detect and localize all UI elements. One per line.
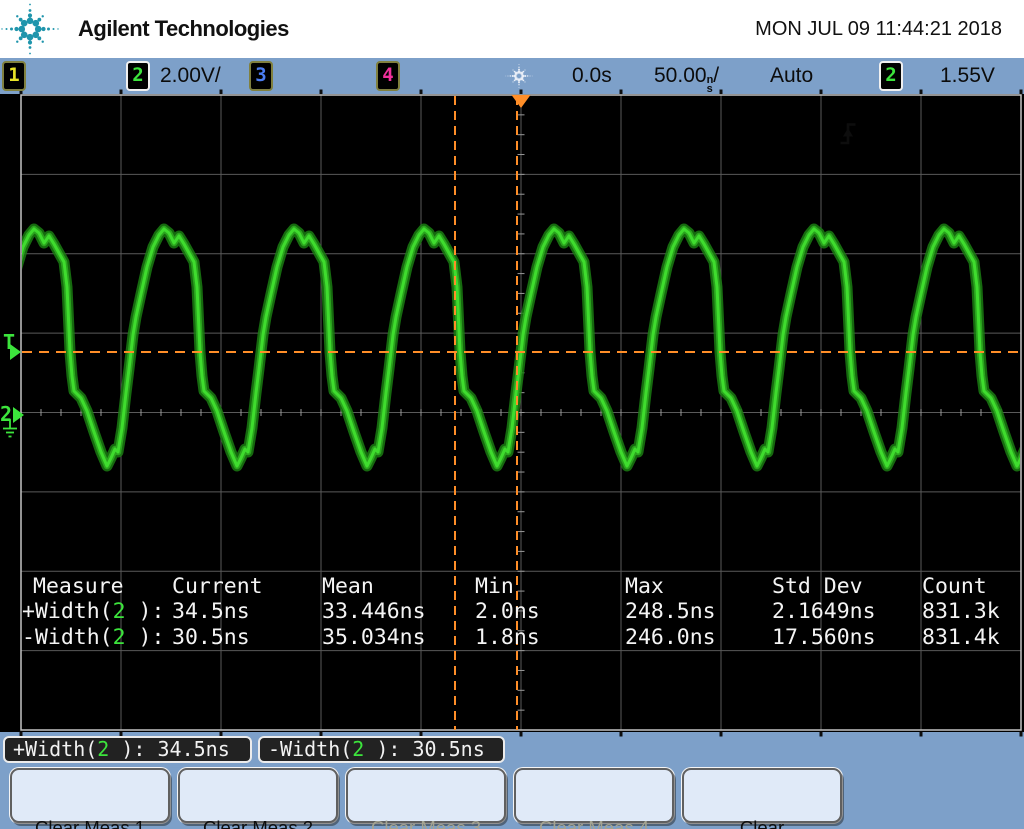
channel-2-badge[interactable]: 2 bbox=[126, 61, 150, 91]
tab-value: ): 34.5ns bbox=[109, 737, 229, 761]
meas-column-header: Current bbox=[172, 574, 322, 599]
brand-title: Agilent Technologies bbox=[78, 16, 289, 42]
softkey-line1: Clear Meas 4 bbox=[516, 817, 672, 829]
softkey-line1: Clear Meas 3 bbox=[348, 817, 504, 829]
timebase-scale[interactable]: 50.00ns/ bbox=[654, 64, 719, 94]
datetime-display: MON JUL 09 11:44:21 2018 bbox=[755, 18, 1002, 41]
meas-value: 35.034ns bbox=[322, 625, 475, 650]
tab-label: +Width( bbox=[13, 737, 97, 761]
measurement-tab-pwidth[interactable]: +Width(2 ): 34.5ns bbox=[3, 736, 252, 763]
agilent-spark bbox=[1, 4, 58, 55]
timebase-scale-value: 50.00 bbox=[654, 64, 707, 87]
tab-channel-number: 2 bbox=[97, 737, 109, 761]
clear-meas-2-button[interactable]: Clear Meas 2 -Width(2 ) bbox=[178, 768, 338, 823]
meas-value: 2.0ns bbox=[475, 599, 625, 624]
softkey-bar: +Width(2 ): 34.5ns -Width(2 ): 30.5ns Cl… bbox=[0, 732, 1024, 829]
trigger-level-value[interactable]: 1.55V bbox=[940, 64, 995, 88]
meas-value: 246.0ns bbox=[625, 625, 772, 650]
tab-value: ): 30.5ns bbox=[364, 737, 484, 761]
meas-value: 33.446ns bbox=[322, 599, 475, 624]
meas-value: 831.4k bbox=[922, 625, 1017, 650]
meas-row-label: +Width(2 ): bbox=[22, 599, 172, 624]
trigger-rising-edge-icon bbox=[838, 120, 858, 148]
measurement-table: MeasureCurrentMeanMinMaxStd DevCount +Wid… bbox=[22, 574, 1017, 650]
acquisition-mode[interactable]: Auto bbox=[770, 64, 813, 88]
trigger-source-badge[interactable]: 2 bbox=[879, 61, 903, 91]
meas-column-header: Max bbox=[625, 574, 772, 599]
meas-value: 2.1649ns bbox=[772, 599, 922, 624]
meas-value: 34.5ns bbox=[172, 599, 322, 624]
clear-meas-3-button: Clear Meas 3 <None> bbox=[346, 768, 506, 823]
timebase-suffix: / bbox=[713, 64, 719, 87]
meas-value: 248.5ns bbox=[625, 599, 772, 624]
meas-value: 17.560ns bbox=[772, 625, 922, 650]
agilent-logo bbox=[0, 0, 64, 59]
channel-2-scale[interactable]: 2.00V/ bbox=[160, 64, 221, 88]
softkey-line1: Clear Meas 1 bbox=[12, 817, 168, 829]
softkey-line1: Clear Meas 2 bbox=[180, 817, 336, 829]
clear-meas-4-button: Clear Meas 4 <None> bbox=[514, 768, 674, 823]
meas-value: 831.3k bbox=[922, 599, 1017, 624]
measurement-tab-nwidth[interactable]: -Width(2 ): 30.5ns bbox=[258, 736, 505, 763]
oscilloscope-screen: Agilent Technologies MON JUL 09 11:44:21… bbox=[0, 0, 1024, 829]
clear-meas-1-button[interactable]: Clear Meas 1 +Width(2 ) bbox=[10, 768, 170, 823]
meas-row-label: -Width(2 ): bbox=[22, 625, 172, 650]
header-bar: Agilent Technologies MON JUL 09 11:44:21… bbox=[0, 0, 1024, 58]
meas-column-header: Measure bbox=[22, 574, 172, 599]
meas-column-header: Std Dev bbox=[772, 574, 922, 599]
channel-4-badge[interactable]: 4 bbox=[376, 61, 400, 91]
meas-column-header: Min bbox=[475, 574, 625, 599]
tab-channel-number: 2 bbox=[352, 737, 364, 761]
meas-column-header: Count bbox=[922, 574, 1017, 599]
timebase-delay[interactable]: 0.0s bbox=[572, 64, 612, 88]
clear-all-button[interactable]: Clear All bbox=[682, 768, 842, 823]
softkey-line1: Clear bbox=[684, 817, 840, 829]
meas-column-header: Mean bbox=[322, 574, 475, 599]
channel-3-badge[interactable]: 3 bbox=[249, 61, 273, 91]
meas-value: 1.8ns bbox=[475, 625, 625, 650]
meas-value: 30.5ns bbox=[172, 625, 322, 650]
channel-1-badge[interactable]: 1 bbox=[2, 61, 26, 91]
status-bar: 1 2 2.00V/ 3 4 0.0s 50.00ns/ Auto 2 1.55… bbox=[0, 58, 1024, 94]
tab-label: -Width( bbox=[268, 737, 352, 761]
